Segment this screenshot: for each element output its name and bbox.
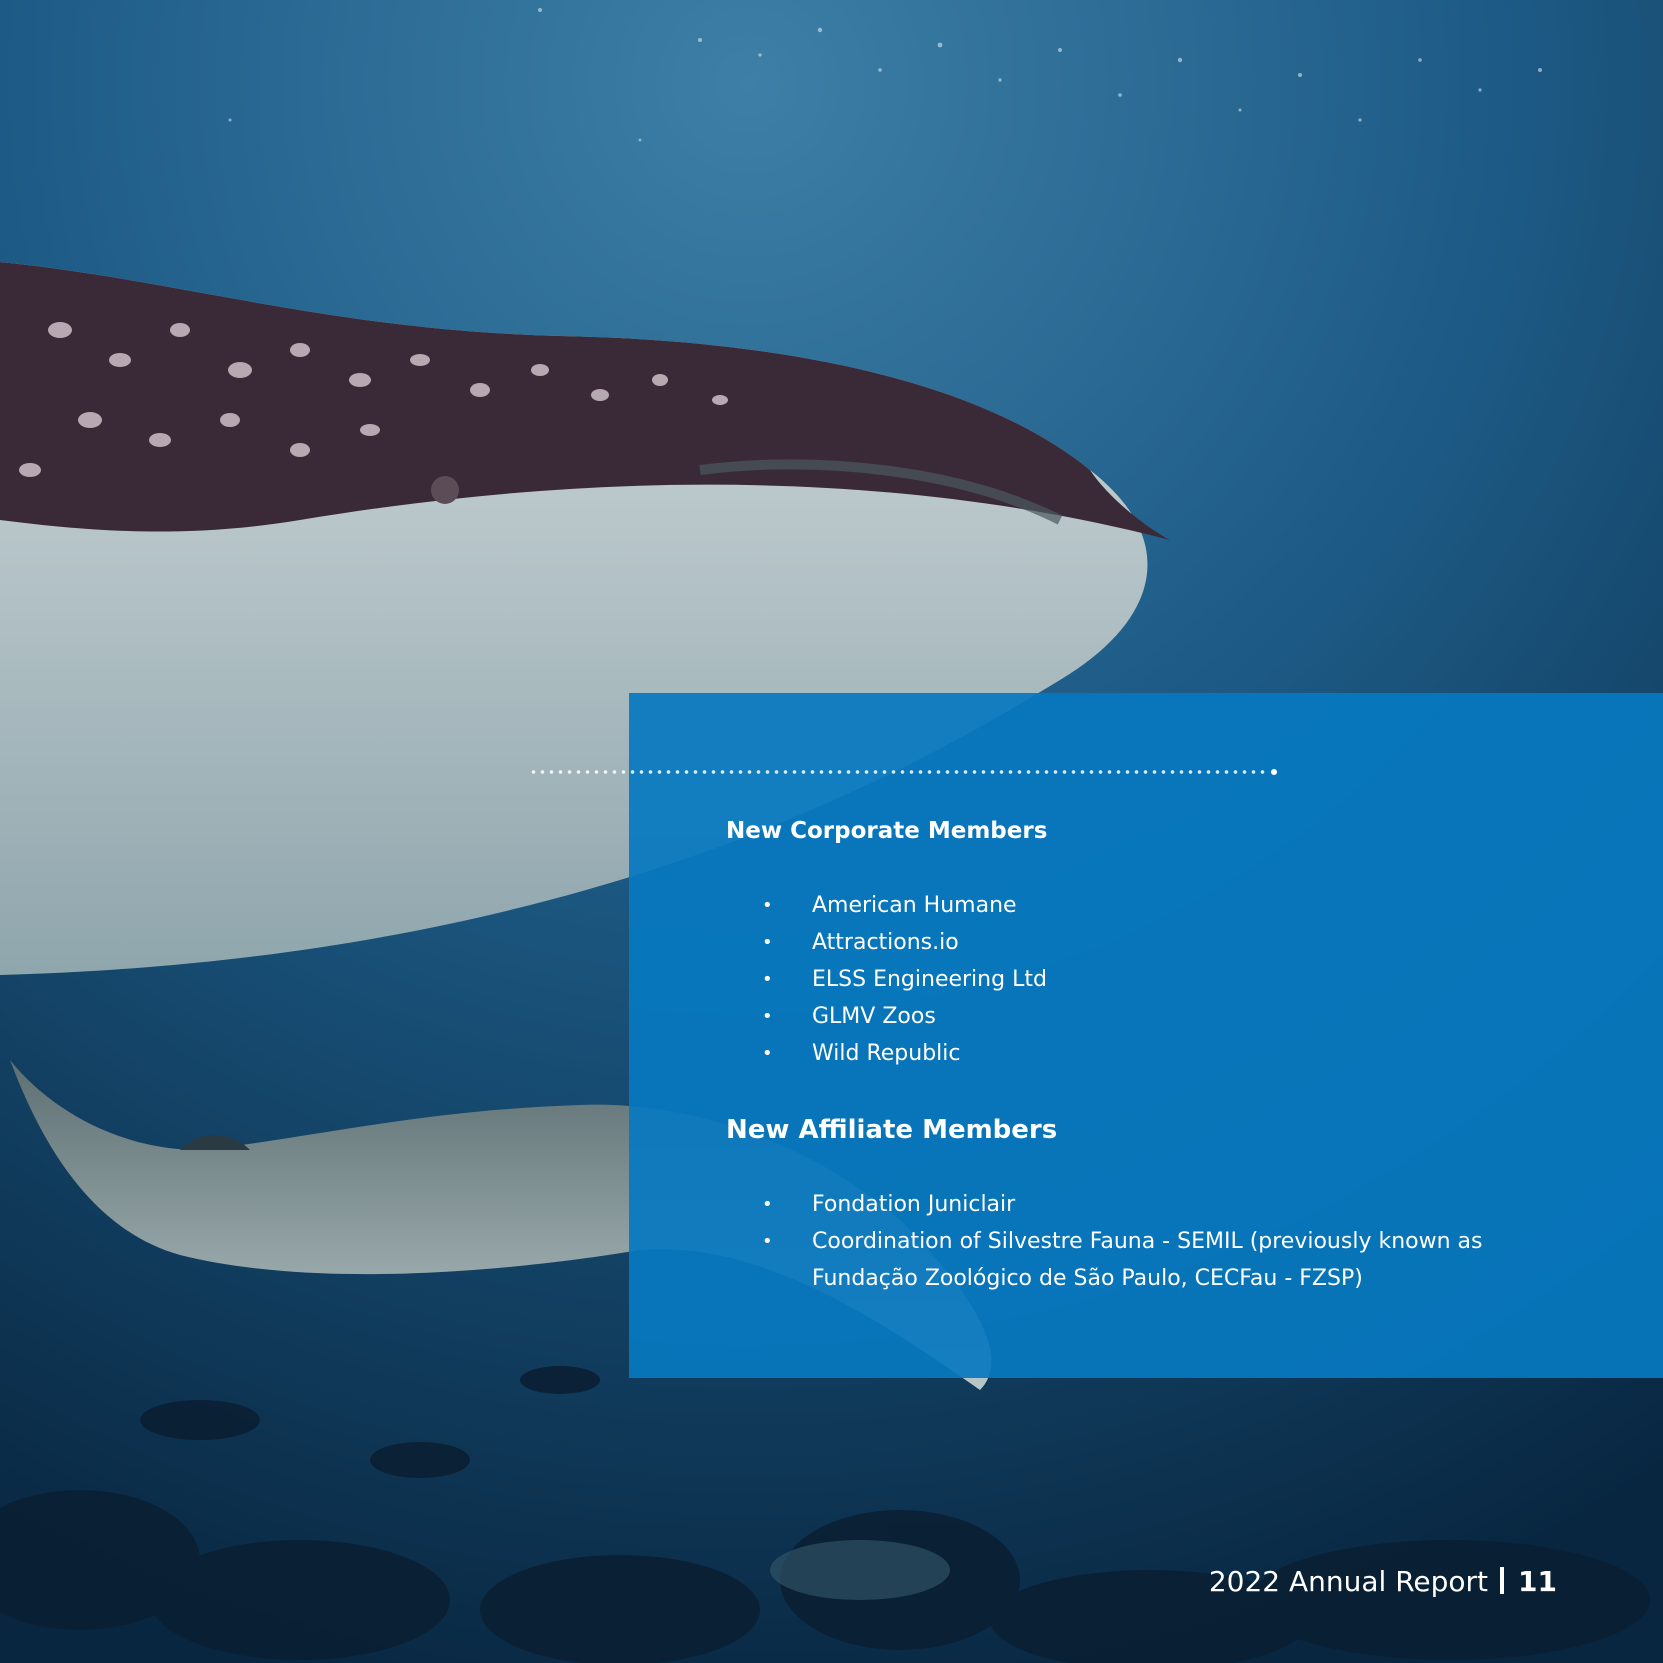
corporate-members-heading: New Corporate Members bbox=[726, 818, 1048, 844]
bullet-icon: • bbox=[762, 1194, 773, 1215]
page-number: 11 bbox=[1518, 1565, 1557, 1598]
member-name: Wild Republic bbox=[812, 1041, 961, 1066]
member-name: ELSS Engineering Ltd bbox=[812, 967, 1047, 992]
affiliate-members-list: • Fondation Juniclair • Coordination of Si… bbox=[726, 1186, 1502, 1297]
divider-dots bbox=[529, 770, 1267, 774]
member-name: Coordination of Silvestre Fauna - SEMIL … bbox=[812, 1229, 1483, 1291]
list-item: • ELSS Engineering Ltd bbox=[726, 961, 1047, 998]
member-name: GLMV Zoos bbox=[812, 1004, 936, 1029]
whale-shark-eye bbox=[431, 476, 459, 504]
bullet-icon: • bbox=[762, 969, 773, 990]
list-item: • GLMV Zoos bbox=[726, 998, 1047, 1035]
page-footer: 2022 Annual Report 11 bbox=[1209, 1562, 1557, 1602]
report-title: 2022 Annual Report bbox=[1208, 1565, 1489, 1598]
affiliate-members-heading: New Affiliate Members bbox=[726, 1115, 1058, 1145]
list-item: • Wild Republic bbox=[726, 1035, 1047, 1072]
lit-rock bbox=[770, 1540, 950, 1600]
member-name: Attractions.io bbox=[812, 930, 959, 955]
list-item: • American Humane bbox=[726, 887, 1047, 924]
corporate-members-section: New Corporate Members • American Humane •… bbox=[726, 815, 1047, 1072]
bullet-icon: • bbox=[762, 1006, 773, 1027]
member-name: American Humane bbox=[812, 893, 1017, 918]
divider-end-dot bbox=[1271, 769, 1277, 775]
bullet-icon: • bbox=[762, 932, 773, 953]
bullet-icon: • bbox=[762, 1231, 773, 1252]
list-item: • Coordination of Silvestre Fauna - SEMIL… bbox=[726, 1223, 1502, 1297]
corporate-members-list: • American Humane • Attractions.io • ELSS E… bbox=[726, 887, 1047, 1072]
member-name: Fondation Juniclair bbox=[812, 1192, 1016, 1217]
bullet-icon: • bbox=[762, 895, 773, 916]
affiliate-members-section: New Affiliate Members • Fondation Junicla… bbox=[726, 1112, 1502, 1297]
dotted-divider bbox=[529, 769, 1277, 775]
footer-separator bbox=[1500, 1567, 1505, 1594]
list-item: • Fondation Juniclair bbox=[726, 1186, 1502, 1223]
bullet-icon: • bbox=[762, 1043, 773, 1064]
list-item: • Attractions.io bbox=[726, 924, 1047, 961]
